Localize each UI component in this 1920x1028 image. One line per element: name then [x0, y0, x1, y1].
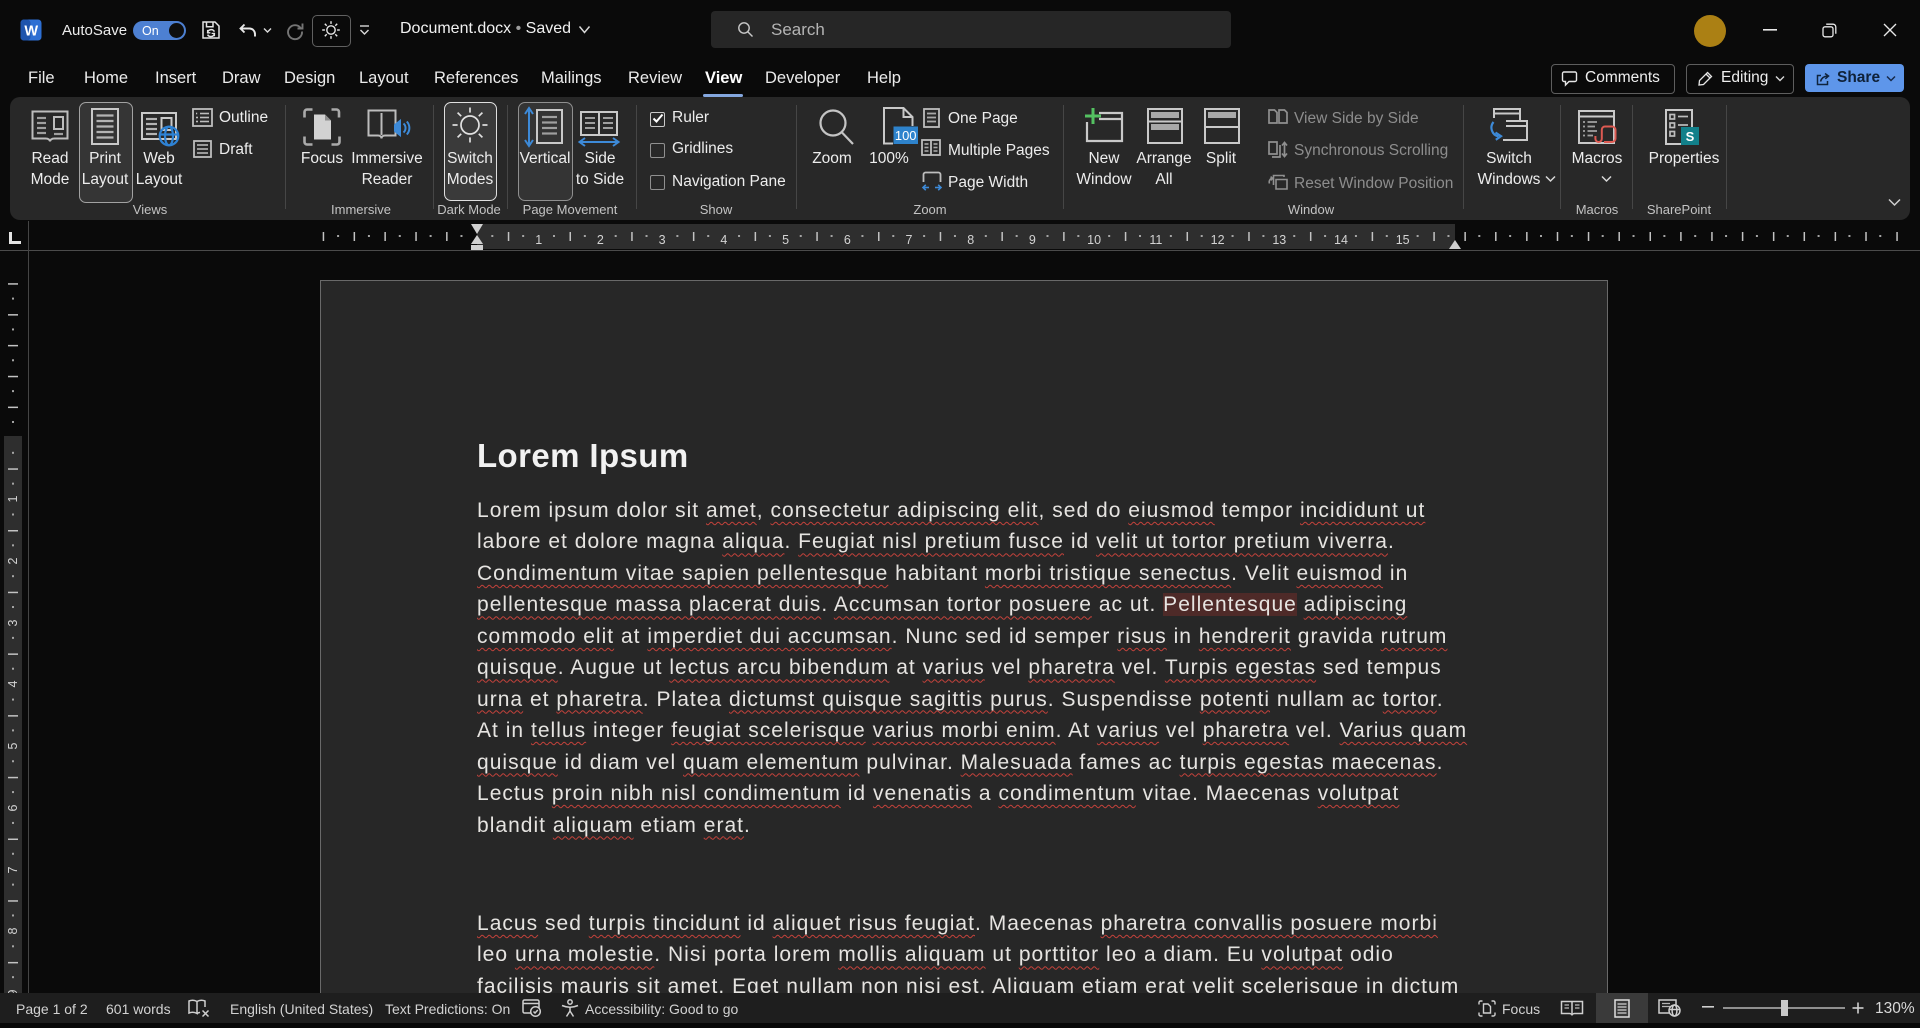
svg-text:S: S [1686, 129, 1695, 144]
svg-text:100: 100 [895, 128, 917, 143]
svg-text:W: W [24, 24, 38, 40]
